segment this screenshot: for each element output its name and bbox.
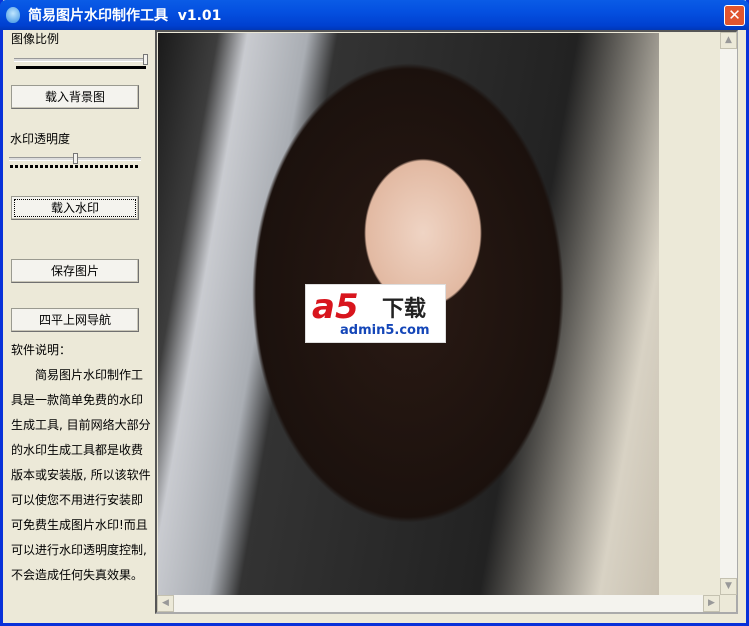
watermark-a5: a5 <box>312 287 359 327</box>
close-button[interactable]: ✕ <box>724 5 745 26</box>
watermark-domain: admin5.com <box>340 323 430 338</box>
opacity-label: 水印透明度 <box>10 132 71 146</box>
scale-label: 图像比例 <box>11 32 60 46</box>
scale-slider-thumb[interactable] <box>143 54 148 65</box>
load-watermark-button[interactable]: 载入水印 <box>11 196 139 220</box>
scroll-down-button[interactable]: ▼ <box>720 578 737 595</box>
title-bar: 简易图片水印制作工具 v1.01 ✕ <box>0 0 749 30</box>
scroll-left-button[interactable]: ◀ <box>157 595 174 612</box>
scroll-up-button[interactable]: ▲ <box>720 32 737 49</box>
watermark-logo[interactable]: a5 下载 admin5.com <box>305 284 446 343</box>
scale-slider[interactable] <box>14 54 148 65</box>
scale-track-ticks <box>16 66 146 69</box>
save-image-button[interactable]: 保存图片 <box>11 259 139 283</box>
navigation-button[interactable]: 四平上网导航 <box>11 308 139 332</box>
image-preview: a5 下载 admin5.com ▲ ▼ ◀ ▶ <box>155 30 738 614</box>
opacity-ticks <box>10 165 140 168</box>
description-text: 简易图片水印制作工具是一款简单免费的水印生成工具, 目前网络大部分的水印生成工具… <box>11 368 151 582</box>
background-photo: a5 下载 admin5.com <box>158 33 659 596</box>
opacity-slider[interactable] <box>9 153 141 164</box>
scroll-right-button[interactable]: ▶ <box>703 595 720 612</box>
watermark-text: 下载 <box>382 297 427 322</box>
vertical-scrollbar[interactable]: ▲ ▼ <box>720 32 737 595</box>
opacity-slider-thumb[interactable] <box>73 153 78 164</box>
horizontal-scrollbar[interactable]: ◀ ▶ <box>157 595 720 612</box>
window-title: 简易图片水印制作工具 v1.01 <box>28 8 222 24</box>
load-background-button[interactable]: 载入背景图 <box>11 85 139 109</box>
description-title: 软件说明： <box>11 343 72 357</box>
description: 软件说明： 简易图片水印制作工具是一款简单免费的水印生成工具, 目前网络大部分的… <box>11 338 151 588</box>
app-icon <box>6 7 20 23</box>
